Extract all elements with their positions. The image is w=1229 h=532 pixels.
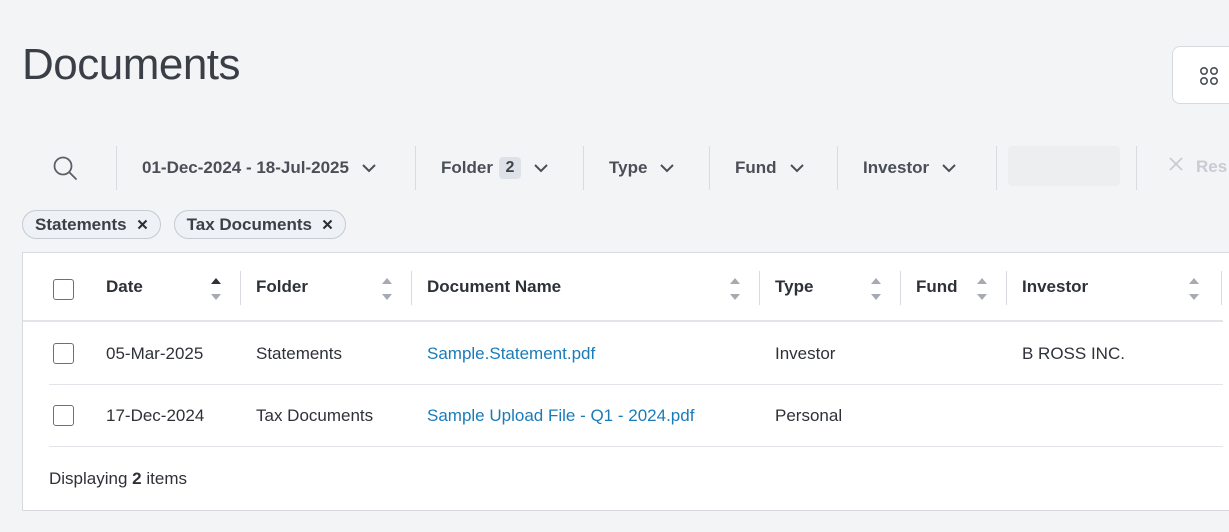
fund-filter[interactable]: Fund xyxy=(735,155,805,181)
footer-prefix: Displaying xyxy=(49,469,128,488)
date-range-filter[interactable]: 01-Dec-2024 - 18-Jul-2025 xyxy=(142,155,377,181)
row-checkbox[interactable] xyxy=(53,405,74,426)
type-filter-label: Type xyxy=(609,158,648,177)
document-link[interactable]: Sample.Statement.pdf xyxy=(427,344,595,364)
close-icon xyxy=(1168,156,1184,177)
sort-icon[interactable] xyxy=(870,277,882,306)
filter-chip-tax-documents: Tax Documents xyxy=(173,210,346,239)
empty-filter-slot xyxy=(1008,146,1120,186)
page-title: Documents xyxy=(22,40,241,89)
column-divider xyxy=(411,271,412,305)
chip-label: Tax Documents xyxy=(186,214,312,234)
sort-icon[interactable] xyxy=(381,277,393,306)
row-checkbox[interactable] xyxy=(53,343,74,364)
document-link[interactable]: Sample Upload File - Q1 - 2024.pdf xyxy=(427,406,694,426)
column-header-folder[interactable]: Folder xyxy=(256,277,308,297)
items-count-footer: Displaying 2 items xyxy=(49,469,187,489)
footer-count: 2 xyxy=(132,469,142,488)
column-header-type[interactable]: Type xyxy=(775,277,813,297)
cell-type: Investor xyxy=(775,344,836,363)
active-filter-chips: Statements Tax Documents xyxy=(22,210,346,239)
column-header-fund[interactable]: Fund xyxy=(916,277,958,297)
sort-icon[interactable] xyxy=(1188,277,1200,306)
table-row[interactable]: 17-Dec-2024 Tax Documents Sample Upload … xyxy=(49,385,1223,447)
footer-suffix: items xyxy=(146,469,187,488)
cell-investor: B ROSS INC. xyxy=(1022,344,1125,363)
filter-divider xyxy=(1136,146,1137,190)
fund-filter-label: Fund xyxy=(735,158,777,177)
view-toggle-button[interactable] xyxy=(1172,46,1229,104)
reset-label: Res xyxy=(1196,156,1228,176)
chevron-down-icon xyxy=(533,158,549,178)
filter-divider xyxy=(709,146,710,190)
folder-count-badge: 2 xyxy=(498,157,521,179)
sort-icon[interactable] xyxy=(729,277,741,306)
filter-bar: 01-Dec-2024 - 18-Jul-2025 Folder 2 Type … xyxy=(36,146,1229,190)
sort-ascending-icon[interactable] xyxy=(210,277,222,306)
filter-divider xyxy=(583,146,584,190)
chevron-down-icon xyxy=(941,158,957,178)
type-filter[interactable]: Type xyxy=(609,155,675,181)
column-divider xyxy=(900,271,901,305)
close-icon[interactable] xyxy=(137,215,148,235)
chevron-down-icon xyxy=(659,158,675,178)
column-divider xyxy=(1221,271,1222,305)
filter-chip-statements: Statements xyxy=(22,210,161,239)
filter-divider xyxy=(415,146,416,190)
table-header: Date Folder Document Name Type Fund Inve… xyxy=(23,253,1223,322)
date-range-label: 01-Dec-2024 - 18-Jul-2025 xyxy=(142,158,349,177)
folder-filter[interactable]: Folder 2 xyxy=(441,155,549,181)
investor-filter-label: Investor xyxy=(863,158,930,177)
cell-folder: Tax Documents xyxy=(256,406,374,425)
filter-divider xyxy=(837,146,838,190)
cell-date: 17-Dec-2024 xyxy=(106,406,205,425)
column-header-document-name[interactable]: Document Name xyxy=(427,277,561,297)
cell-type: Personal xyxy=(775,406,843,425)
reset-filters-button[interactable]: Res xyxy=(1168,156,1227,177)
investor-filter[interactable]: Investor xyxy=(863,155,957,181)
table-row[interactable]: 05-Mar-2025 Statements Sample.Statement.… xyxy=(49,323,1223,385)
select-all-checkbox[interactable] xyxy=(53,279,74,300)
chip-label: Statements xyxy=(35,214,127,234)
column-header-date[interactable]: Date xyxy=(106,277,143,297)
column-divider xyxy=(1006,271,1007,305)
column-divider xyxy=(240,271,241,305)
grid-view-icon xyxy=(1199,66,1219,91)
column-header-investor[interactable]: Investor xyxy=(1022,277,1088,297)
sort-icon[interactable] xyxy=(976,277,988,306)
filter-divider xyxy=(116,146,117,190)
folder-filter-label: Folder xyxy=(441,158,493,177)
cell-date: 05-Mar-2025 xyxy=(106,344,204,363)
filter-divider xyxy=(996,146,997,190)
chevron-down-icon xyxy=(789,158,805,178)
column-divider xyxy=(759,271,760,305)
documents-table: Date Folder Document Name Type Fund Inve… xyxy=(22,252,1229,511)
chevron-down-icon xyxy=(361,158,377,178)
cell-folder: Statements xyxy=(256,344,342,363)
close-icon[interactable] xyxy=(322,215,333,235)
search-icon[interactable] xyxy=(52,155,78,186)
